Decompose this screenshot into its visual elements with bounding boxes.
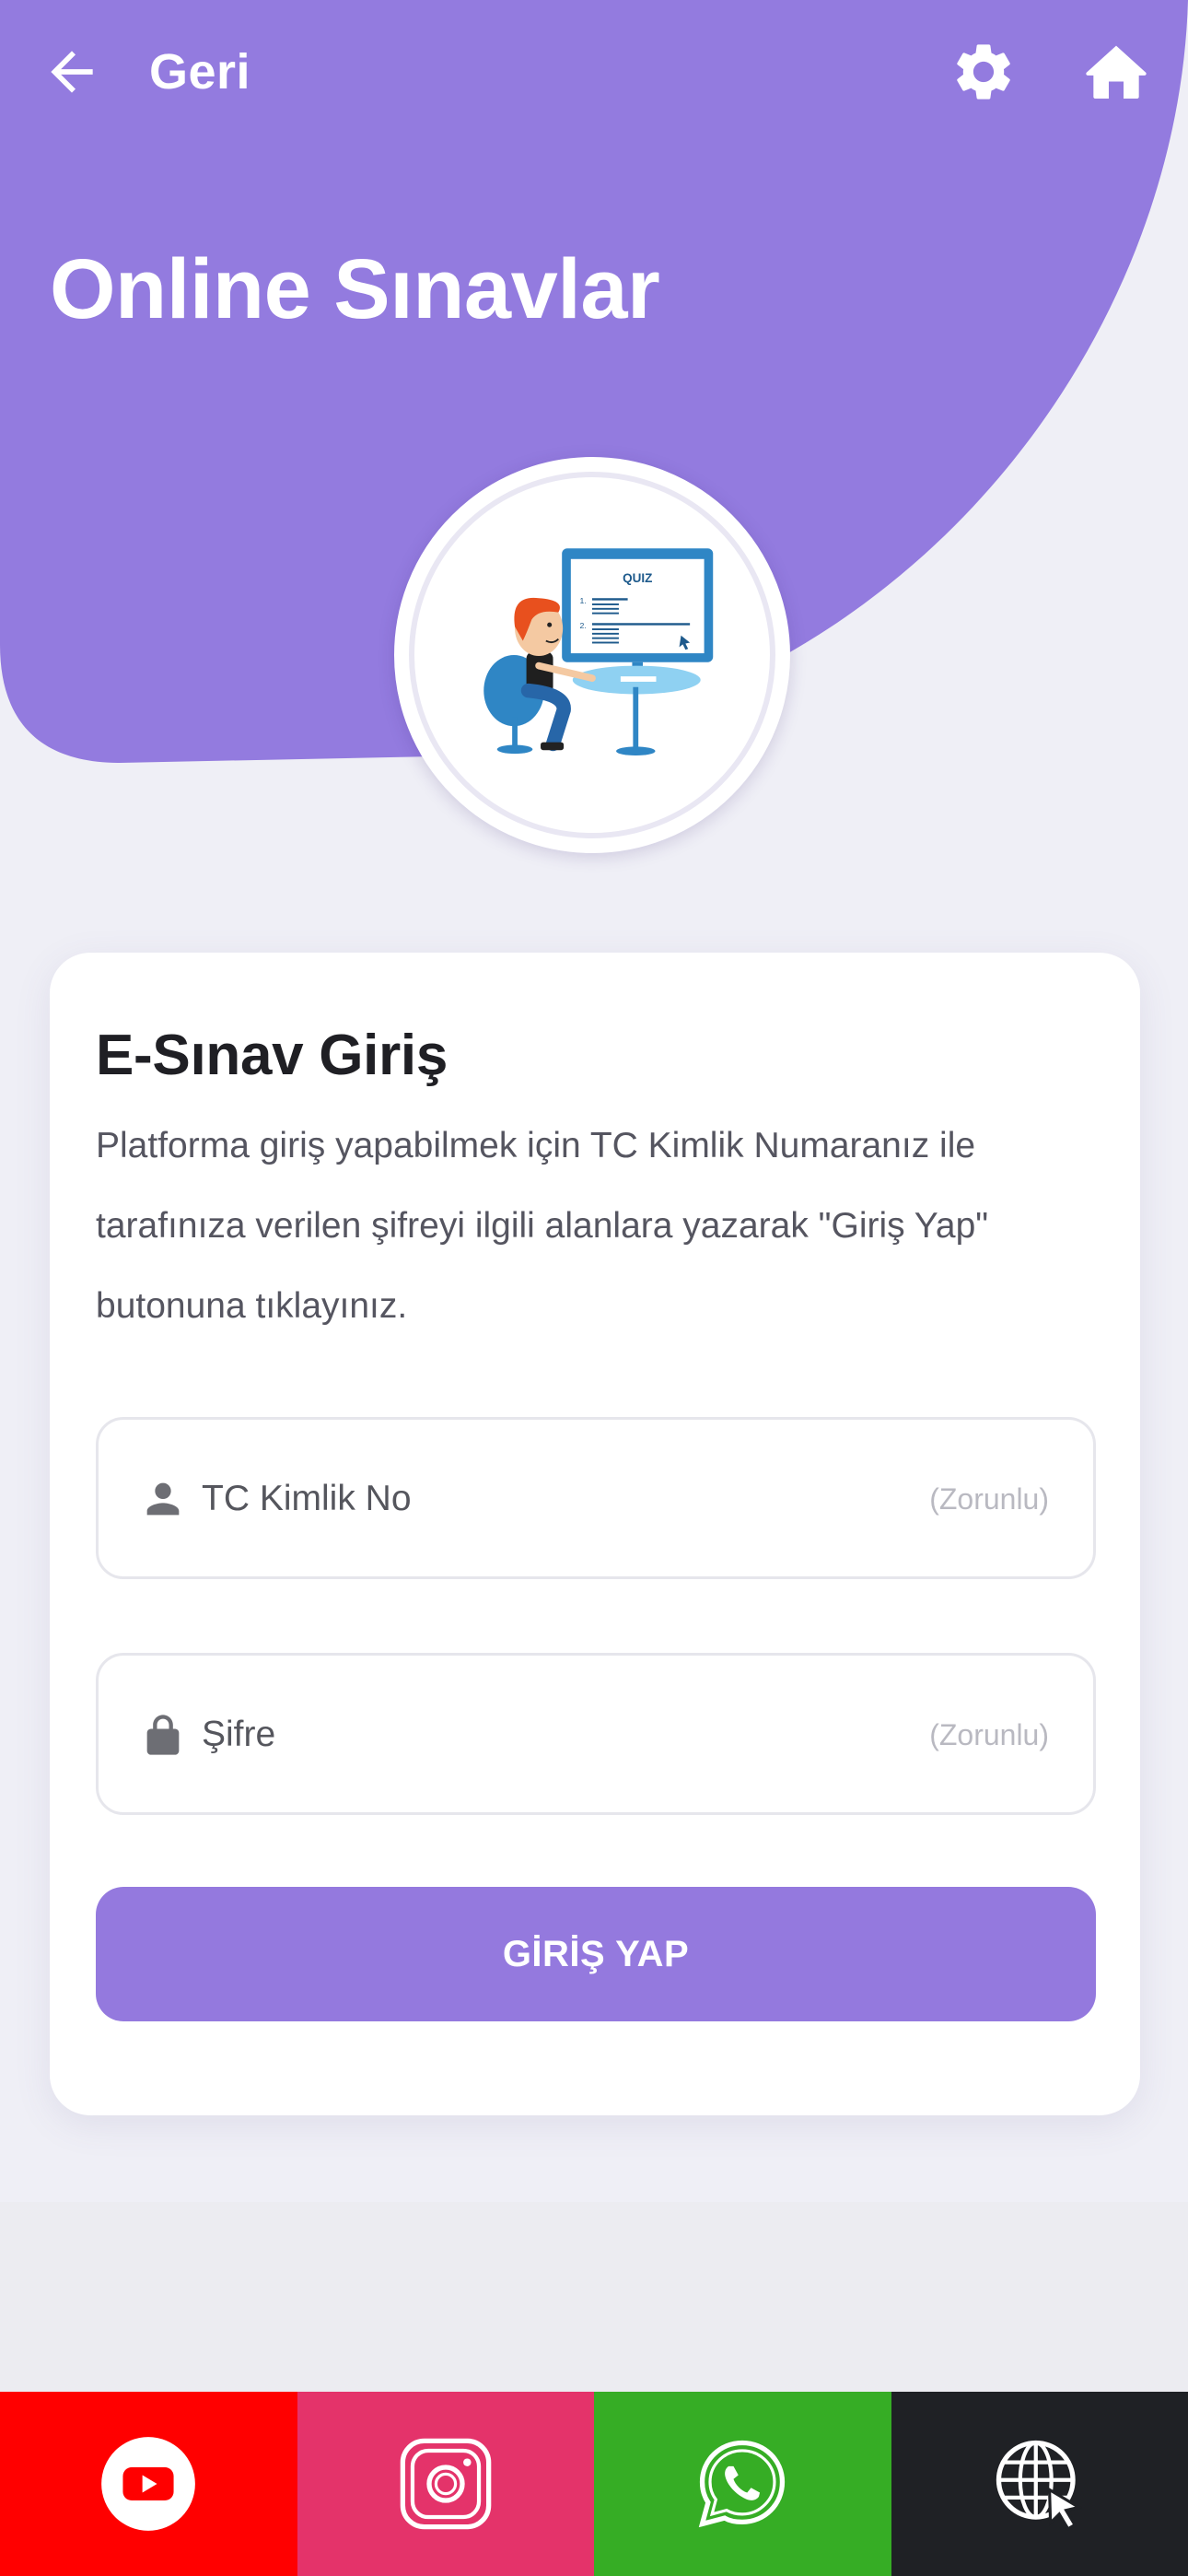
- tc-kimlik-field[interactable]: (Zorunlu): [96, 1417, 1096, 1579]
- password-input[interactable]: [202, 1702, 846, 1768]
- quiz-number-1: 1.: [579, 596, 586, 605]
- chair-base: [496, 744, 533, 755]
- tc-required-hint: (Zorunlu): [929, 1482, 1049, 1516]
- lock-icon: [139, 1711, 187, 1759]
- whatsapp-button[interactable]: [594, 2392, 891, 2576]
- instagram-button[interactable]: [297, 2392, 594, 2576]
- quiz-illustration: QUIZ 1. 2.: [394, 457, 790, 853]
- desk-leg: [633, 686, 639, 750]
- user-icon: [139, 1475, 187, 1523]
- page-bottom-background: [0, 2202, 1188, 2392]
- youtube-button[interactable]: [0, 2392, 297, 2576]
- back-button[interactable]: Geri: [41, 33, 250, 111]
- desk-base: [616, 746, 656, 756]
- back-label: Geri: [149, 44, 251, 100]
- password-field[interactable]: (Zorunlu): [96, 1653, 1096, 1815]
- home-icon: [1086, 45, 1147, 99]
- youtube-icon: [101, 2437, 196, 2531]
- instagram-icon: [400, 2438, 492, 2530]
- globe-cursor-icon: [996, 2440, 1083, 2531]
- person-shoe: [541, 742, 565, 751]
- person-eye: [547, 622, 553, 627]
- login-submit-button[interactable]: GİRİŞ YAP: [96, 1887, 1096, 2021]
- arrow-left-icon: [51, 51, 93, 93]
- top-bar: Geri: [0, 0, 1188, 147]
- social-bar: [0, 2392, 1188, 2576]
- keyboard: [620, 676, 657, 682]
- chair-leg: [512, 717, 518, 748]
- password-required-hint: (Zorunlu): [929, 1718, 1049, 1751]
- settings-button[interactable]: [947, 35, 1020, 109]
- quiz-computer-illustration: QUIZ 1. 2.: [483, 548, 714, 756]
- quiz-screen-text: QUIZ: [623, 571, 652, 585]
- login-card: E-Sınav Giriş Platforma giriş yapabilmek…: [50, 953, 1140, 2115]
- website-button[interactable]: [891, 2392, 1188, 2576]
- card-description: Platforma giriş yapabilmek için TC Kimli…: [96, 1126, 989, 1326]
- card-title: E-Sınav Giriş: [96, 1024, 448, 1087]
- tc-kimlik-input[interactable]: [202, 1466, 846, 1532]
- illustration-frame: QUIZ 1. 2.: [409, 472, 775, 838]
- home-button[interactable]: [1079, 35, 1153, 109]
- quiz-number-2: 2.: [579, 621, 586, 630]
- page-title: Online Sınavlar: [50, 242, 660, 336]
- whatsapp-icon: [699, 2440, 786, 2528]
- gear-icon: [957, 44, 1010, 100]
